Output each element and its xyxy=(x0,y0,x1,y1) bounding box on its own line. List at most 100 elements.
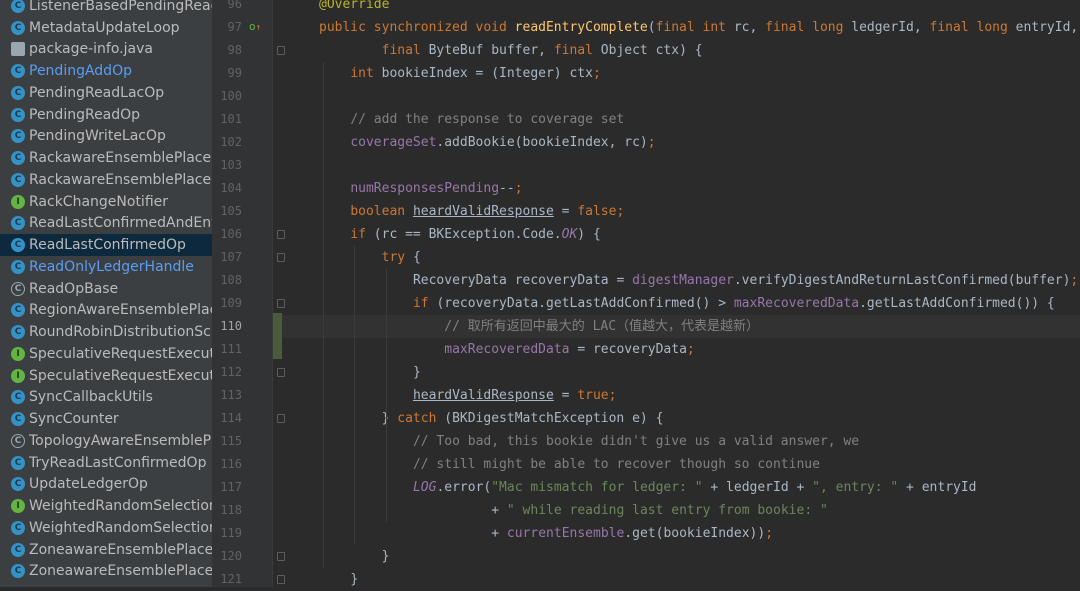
sidebar-item[interactable]: C ReadOnlyLedgerHandle xyxy=(0,256,212,278)
sidebar-item-label: ReadOnlyLedgerHandle xyxy=(29,258,194,275)
code-token: // Too bad, this bookie didn't give us a… xyxy=(412,434,860,449)
sidebar-item[interactable]: C ReadOpBase xyxy=(0,278,212,300)
sidebar-item-label: PendingAddOp xyxy=(29,63,132,80)
code-token: maxRecoveredData xyxy=(444,342,570,357)
fold-marker-icon[interactable] xyxy=(277,230,285,239)
code-token: public synchronized void xyxy=(319,20,515,35)
sidebar-item[interactable]: C PendingAddOp xyxy=(0,60,212,82)
code-line[interactable]: RecoveryData recoveryData = digestManage… xyxy=(282,269,1080,292)
sidebar-item[interactable]: package-info.java xyxy=(0,39,212,61)
sidebar-item[interactable]: C UpdateLedgerOp xyxy=(0,474,212,496)
indent-guide xyxy=(385,269,387,522)
fold-marker-icon[interactable] xyxy=(277,552,285,561)
sidebar-item-label: PendingReadLacOp xyxy=(29,84,165,101)
code-line[interactable]: } catch (BKDigestMatchException e) { xyxy=(282,407,1080,430)
sidebar-item[interactable]: C PendingWriteLacOp xyxy=(0,126,212,148)
code-token: ; xyxy=(616,204,625,219)
code-line[interactable]: // Too bad, this bookie didn't give us a… xyxy=(282,430,1080,453)
code-token: entryId, xyxy=(1015,20,1079,35)
code-token: RecoveryData recoveryData = xyxy=(412,273,633,288)
line-number: 98 xyxy=(227,43,242,57)
fold-marker-icon[interactable] xyxy=(277,299,285,308)
code-line[interactable]: int bookieIndex = (Integer) ctx; xyxy=(282,62,1080,85)
code-line[interactable]: numResponsesPending--; xyxy=(282,177,1080,200)
class-icon: C xyxy=(11,390,25,405)
override-method-icon[interactable]: o↑ xyxy=(249,20,261,33)
sidebar-item[interactable]: C SyncCallbackUtils xyxy=(0,387,212,409)
sidebar-item[interactable]: C ZoneawareEnsemblePlacementPolicyImpl xyxy=(0,561,212,583)
sidebar-item[interactable]: C RegionAwareEnsemblePlacementPolicy xyxy=(0,300,212,322)
sidebar-item[interactable]: I WeightedRandomSelection xyxy=(0,495,212,517)
code-line[interactable]: boolean heardValidResponse = false; xyxy=(282,200,1080,223)
code-token: .get(bookieIndex)) xyxy=(624,526,766,541)
java-file-icon xyxy=(11,42,25,57)
line-number: 121 xyxy=(220,572,242,586)
code-line[interactable]: LOG.error("Mac mismatch for ledger: " + … xyxy=(282,476,1080,499)
interface-icon: I xyxy=(11,499,25,514)
sidebar-item[interactable]: C RoundRobinDistributionSchedule xyxy=(0,321,212,343)
code-token: + entryId xyxy=(898,480,977,495)
code-line[interactable]: @Override xyxy=(282,0,1080,16)
code-line[interactable]: } xyxy=(282,361,1080,384)
code-line[interactable]: // 取所有返回中最大的 LAC（值越大，代表是越新） xyxy=(282,315,1080,338)
code-token: "Mac mismatch for ledger: " xyxy=(491,480,703,495)
sidebar-item[interactable]: I SpeculativeRequestExecutor xyxy=(0,365,212,387)
code-token: final int xyxy=(655,20,734,35)
sidebar-item-label: TryReadLastConfirmedOp xyxy=(29,454,207,471)
sidebar-item[interactable]: C SyncCounter xyxy=(0,408,212,430)
code-token: } xyxy=(412,365,421,380)
code-token: bookieIndex = (Integer) ctx xyxy=(381,66,593,81)
sidebar-item[interactable]: C ListenerBasedPendingReadOp xyxy=(0,0,212,17)
sidebar-item-label: RoundRobinDistributionSchedule xyxy=(29,324,212,341)
code-line[interactable] xyxy=(282,154,1080,177)
code-line[interactable]: // still might be able to recover though… xyxy=(282,453,1080,476)
code-line[interactable]: + currentEnsemble.get(bookieIndex)); xyxy=(282,522,1080,545)
sidebar-item[interactable]: C ReadLastConfirmedAndEntryOp xyxy=(0,213,212,235)
fold-marker-icon[interactable] xyxy=(277,414,285,423)
sidebar-item-label: SpeculativeRequestExecutionPolicy xyxy=(29,345,212,362)
code-line[interactable]: + " while reading last entry from bookie… xyxy=(282,499,1080,522)
code-line[interactable]: if (rc == BKException.Code.OK) { xyxy=(282,223,1080,246)
class-icon: C xyxy=(11,564,25,579)
code-line[interactable]: } xyxy=(282,568,1080,591)
sidebar-item[interactable]: I RackChangeNotifier xyxy=(0,191,212,213)
sidebar-item[interactable]: C PendingReadLacOp xyxy=(0,82,212,104)
code-line[interactable]: heardValidResponse = true; xyxy=(282,384,1080,407)
fold-marker-icon[interactable] xyxy=(277,575,285,584)
sidebar-item-label: TopologyAwareEnsemblePlacementPolicy xyxy=(29,432,212,449)
interface-icon: I xyxy=(11,194,25,209)
class-icon: C xyxy=(11,20,25,35)
sidebar-item[interactable]: C PendingReadOp xyxy=(0,104,212,126)
code-line[interactable]: maxRecoveredData = recoveryData; xyxy=(282,338,1080,361)
sidebar-item[interactable]: C ZoneawareEnsemblePlacementPolicy xyxy=(0,539,212,561)
vcs-change-marker[interactable] xyxy=(273,313,282,359)
line-number: 118 xyxy=(220,503,242,517)
code-line[interactable]: final ByteBuf buffer, final Object ctx) … xyxy=(282,39,1080,62)
sidebar-item[interactable]: C TopologyAwareEnsemblePlacementPolicy xyxy=(0,430,212,452)
fold-marker-icon[interactable] xyxy=(277,253,285,262)
fold-marker-icon[interactable] xyxy=(277,368,285,377)
class-icon: C xyxy=(11,477,25,492)
code-line[interactable]: coverageSet.addBookie(bookieIndex, rc); xyxy=(282,131,1080,154)
sidebar-item[interactable]: C TryReadLastConfirmedOp xyxy=(0,452,212,474)
line-number: 111 xyxy=(220,342,242,356)
sidebar-item[interactable]: I SpeculativeRequestExecutionPolicy xyxy=(0,343,212,365)
code-line[interactable] xyxy=(282,85,1080,108)
class-icon: C xyxy=(11,303,25,318)
code-line[interactable]: // add the response to coverage set xyxy=(282,108,1080,131)
sidebar-item[interactable]: C WeightedRandomSelectionImpl xyxy=(0,517,212,539)
sidebar-item[interactable]: C RackawareEnsemblePlacementPolicyImpl xyxy=(0,169,212,191)
code-token: catch xyxy=(397,411,445,426)
code-line[interactable]: try { xyxy=(282,246,1080,269)
class-icon: C xyxy=(11,172,25,187)
code-line[interactable]: if (recoveryData.getLastAddConfirmed() >… xyxy=(282,292,1080,315)
code-line[interactable]: public synchronized void readEntryComple… xyxy=(282,16,1080,39)
line-number: 120 xyxy=(220,549,242,563)
line-number: 117 xyxy=(220,480,242,494)
code-token: { xyxy=(412,250,421,265)
code-line[interactable]: } xyxy=(282,545,1080,568)
sidebar-item[interactable]: C MetadataUpdateLoop xyxy=(0,17,212,39)
sidebar-item[interactable]: C ReadLastConfirmedOp xyxy=(0,234,212,256)
fold-marker-icon[interactable] xyxy=(277,46,285,55)
sidebar-item[interactable]: C RackawareEnsemblePlacementPolicy xyxy=(0,147,212,169)
